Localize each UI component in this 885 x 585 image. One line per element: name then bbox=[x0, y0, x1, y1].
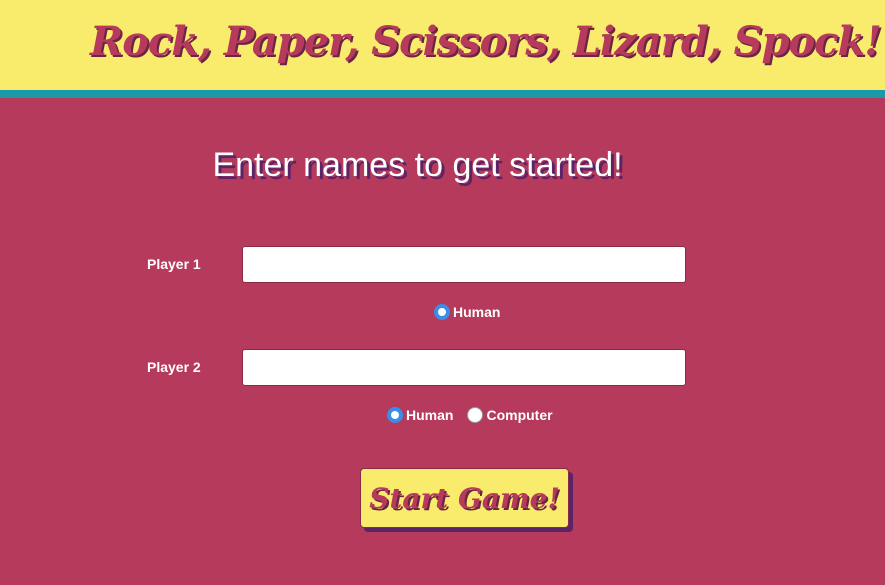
radio-selected-icon[interactable] bbox=[387, 407, 403, 423]
player-2-human-label: Human bbox=[406, 407, 454, 423]
start-game-button[interactable]: Start Game! bbox=[360, 468, 569, 528]
player-2-type-options: Human Computer bbox=[387, 407, 553, 423]
player-1-human-label: Human bbox=[453, 304, 501, 320]
radio-selected-icon[interactable] bbox=[434, 304, 450, 320]
header-divider bbox=[0, 90, 885, 98]
player-1-human-radio[interactable]: Human bbox=[434, 304, 500, 320]
player-2-name-input[interactable] bbox=[242, 349, 686, 386]
player-2-computer-radio[interactable]: Computer bbox=[467, 407, 553, 423]
radio-unselected-icon[interactable] bbox=[467, 407, 484, 423]
player-1-type-options: Human bbox=[434, 304, 500, 320]
player-1-label: Player 1 bbox=[147, 256, 201, 272]
player-2-computer-label: Computer bbox=[486, 407, 553, 423]
app-title: Rock, Paper, Scissors, Lizard, Spock! bbox=[90, 18, 882, 65]
name-entry-form: Enter names to get started! Player 1 Hum… bbox=[0, 98, 885, 585]
player-1-name-input[interactable] bbox=[242, 246, 686, 283]
player-2-human-radio[interactable]: Human bbox=[387, 407, 453, 423]
form-heading: Enter names to get started! bbox=[212, 146, 623, 184]
player-2-label: Player 2 bbox=[147, 359, 201, 375]
header-bar: Rock, Paper, Scissors, Lizard, Spock! bbox=[0, 0, 885, 90]
